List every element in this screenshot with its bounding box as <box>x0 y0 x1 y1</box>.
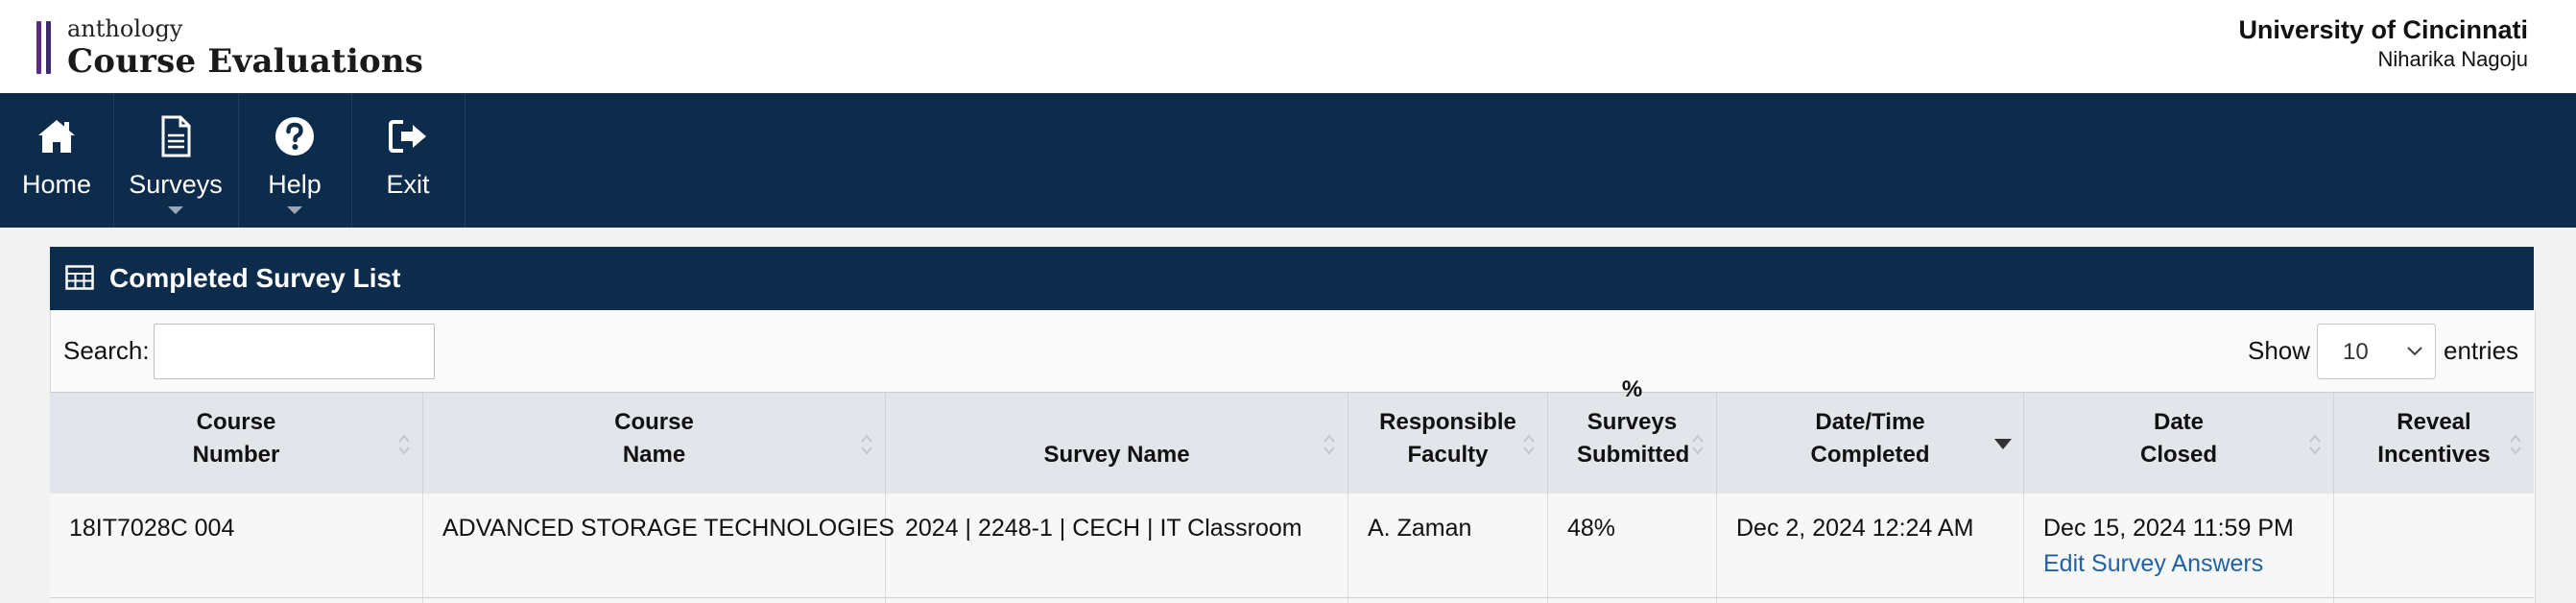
cell-text: 48% <box>1567 515 1616 542</box>
cell-text: A. Zaman <box>1368 515 1472 542</box>
nav-surveys-label: Surveys <box>129 170 223 199</box>
column-header-line: % Surveys <box>1586 376 1678 435</box>
chevron-down-icon <box>2407 347 2422 356</box>
search-input[interactable] <box>154 324 435 379</box>
nav-exit[interactable]: Exit <box>351 93 465 228</box>
show-label: Show <box>2248 336 2311 365</box>
cell-incentives <box>2334 494 2534 603</box>
main-nav: Home Surveys Help Exit <box>0 93 2576 228</box>
top-header: anthology Course Evaluations University … <box>0 0 2576 93</box>
column-header-line: Name <box>622 442 686 468</box>
nav-help-label: Help <box>268 170 322 199</box>
institution-info: University of Cincinnati Niharika Nagoju <box>2238 15 2528 72</box>
sort-icon <box>861 434 872 455</box>
column-survey-name[interactable]: Survey Name <box>886 393 1348 494</box>
cell-survey-name: 2024 | 2248-1 | CECH | IT Classroom <box>886 494 1348 603</box>
column-header-line: Course <box>614 409 694 435</box>
column-course-name[interactable]: Course Name <box>423 393 886 494</box>
column-header-line: Reveal <box>2397 409 2471 435</box>
column-header-line: Submitted <box>1577 442 1690 468</box>
sign-out-icon <box>389 120 426 153</box>
column-header-line: Responsible <box>1379 409 1516 435</box>
column-header-line: Incentives <box>2377 442 2491 468</box>
table-header: Course Number Course Name Survey Name Resp… <box>50 376 2534 495</box>
column-header-line: Completed <box>1810 442 1930 468</box>
column-header-line: Course <box>196 409 276 435</box>
column-header-line: Number <box>192 442 280 468</box>
column-date-closed[interactable]: Date Closed <box>2024 393 2334 494</box>
panel-title: Completed Survey List <box>109 263 401 293</box>
sort-icon <box>2510 434 2521 455</box>
sort-desc-icon <box>1994 439 2012 449</box>
document-icon <box>161 115 191 157</box>
row-divider <box>50 597 2534 598</box>
brand-small: anthology <box>67 15 183 42</box>
table-row: 18IT7028C 004 ADVANCED STORAGE TECHNOLOG… <box>50 494 2534 603</box>
cell-submitted: 48% <box>1548 494 1717 603</box>
question-circle-icon <box>275 117 314 156</box>
edit-survey-answers-link[interactable]: Edit Survey Answers <box>2043 550 2263 578</box>
search-label: Search: <box>63 336 150 365</box>
column-header-line: Survey Name <box>1043 442 1190 468</box>
cell-course-number: 18IT7028C 004 <box>50 494 423 603</box>
column-header-line: Closed <box>2139 442 2217 468</box>
entries-value: 10 <box>2343 339 2369 365</box>
column-date-completed[interactable]: Date/Time Completed <box>1717 393 2024 494</box>
column-header-line: Date/Time <box>1815 409 1925 435</box>
sort-icon <box>2309 434 2321 455</box>
column-reveal-incentives[interactable]: Reveal Incentives <box>2334 393 2534 494</box>
cell-text: 18IT7028C 004 <box>69 515 235 542</box>
user-name: Niharika Nagoju <box>2377 47 2528 71</box>
panel-header: Completed Survey List <box>50 247 2534 310</box>
column-header-line: Faculty <box>1407 442 1489 468</box>
cell-completed: Dec 2, 2024 12:24 AM <box>1717 494 2024 603</box>
nav-surveys[interactable]: Surveys <box>113 93 239 228</box>
cell-text: ADVANCED STORAGE TECHNOLOGIES <box>442 515 894 542</box>
sort-icon <box>398 434 410 455</box>
column-surveys-submitted[interactable]: % Surveys Submitted <box>1548 376 1717 494</box>
nav-help[interactable]: Help <box>238 93 352 228</box>
column-header-line: Date <box>2153 409 2205 435</box>
sort-icon <box>1692 434 1704 455</box>
cell-faculty: A. Zaman <box>1348 494 1548 603</box>
column-responsible-faculty[interactable]: Responsible Faculty <box>1348 393 1548 494</box>
cell-text: Dec 15, 2024 11:59 PM <box>2043 515 2294 542</box>
table-icon <box>65 265 94 290</box>
column-course-number[interactable]: Course Number <box>50 393 423 494</box>
sort-icon <box>1523 434 1535 455</box>
entries-label: entries <box>2444 336 2519 365</box>
cell-text: Dec 2, 2024 12:24 AM <box>1736 515 1974 542</box>
nav-exit-label: Exit <box>386 170 430 199</box>
chevron-down-icon <box>287 206 302 214</box>
sort-icon <box>1324 434 1335 455</box>
chevron-down-icon <box>168 206 183 214</box>
entries-select[interactable]: 10 <box>2317 324 2436 379</box>
cell-closed: Dec 15, 2024 11:59 PM Edit Survey Answer… <box>2024 494 2334 603</box>
cell-text: 2024 | 2248-1 | CECH | IT Classroom <box>905 515 1302 542</box>
brand-title: Course Evaluations <box>67 42 424 81</box>
home-icon <box>38 120 75 153</box>
cell-course-name: ADVANCED STORAGE TECHNOLOGIES <box>423 494 894 603</box>
nav-home[interactable]: Home <box>0 93 114 228</box>
institution-name: University of Cincinnati <box>2238 15 2528 44</box>
nav-home-label: Home <box>21 170 92 199</box>
